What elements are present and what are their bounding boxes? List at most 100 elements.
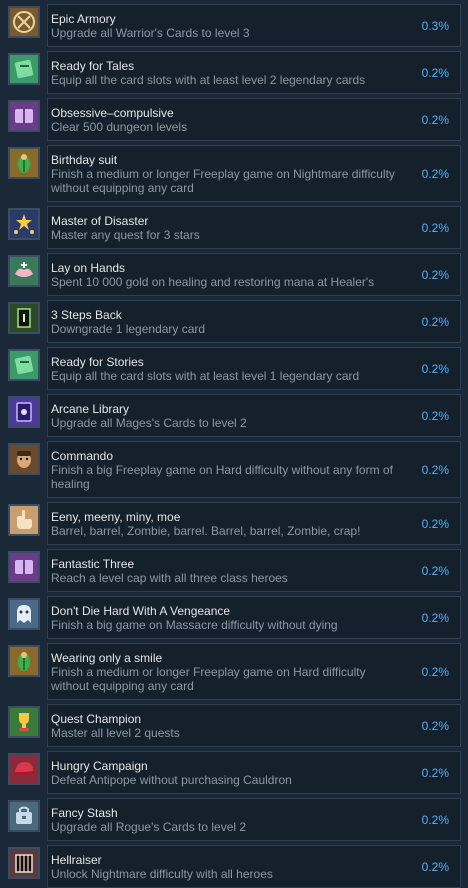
three-stars-icon: [8, 208, 40, 240]
unlock-percentage: 0.2%: [421, 362, 449, 376]
achievement-row: Don't Die Hard With A Vengeance Finish a …: [0, 596, 468, 639]
achievement-title: Master of Disaster: [51, 214, 149, 228]
unlock-percentage: 0.2%: [421, 665, 449, 679]
achievement-title: Quest Champion: [51, 712, 142, 726]
achievement-panel: Commando Finish a big Freeplay game on Ha…: [47, 441, 461, 498]
achievement-panel: Ready for Stories Equip all the card slot…: [47, 347, 461, 390]
achievement-panel: Master of Disaster Master any quest for 3…: [47, 206, 461, 249]
achievement-title: Birthday suit: [51, 153, 118, 167]
ghost-icon: [8, 598, 40, 630]
achievement-panel: Hellraiser Unlock Nightmare difficulty wi…: [47, 845, 461, 888]
achievement-description: Finish a medium or longer Freeplay game …: [51, 167, 395, 195]
green-card-icon: [8, 349, 40, 381]
unlock-percentage: 0.2%: [421, 66, 449, 80]
achievement-panel: Hungry Campaign Defeat Antipope without p…: [47, 751, 461, 794]
purple-book-icon: [8, 551, 40, 583]
achievement-row: Ready for Stories Equip all the card slot…: [0, 347, 468, 390]
achievement-title: Don't Die Hard With A Vengeance: [51, 604, 231, 618]
unlock-percentage: 0.2%: [421, 221, 449, 235]
achievement-panel: Arcane Library Upgrade all Mages's Cards …: [47, 394, 461, 437]
achievement-row: 3 Steps Back Downgrade 1 legendary card 0.…: [0, 300, 468, 343]
dark-doorway-icon: [8, 302, 40, 334]
achievement-title: Lay on Hands: [51, 261, 126, 275]
achievement-title: Hellraiser: [51, 853, 102, 867]
achievement-panel: Wearing only a smile Finish a medium or l…: [47, 643, 461, 700]
unlock-percentage: 0.3%: [421, 19, 449, 33]
achievement-row: Commando Finish a big Freeplay game on Ha…: [0, 441, 468, 498]
achievement-panel: Don't Die Hard With A Vengeance Finish a …: [47, 596, 461, 639]
armory-crest-icon: [8, 6, 40, 38]
unlock-percentage: 0.2%: [421, 315, 449, 329]
achievement-description: Upgrade all Warrior's Cards to level 3: [51, 26, 250, 40]
unlock-percentage: 0.2%: [421, 409, 449, 423]
leaf-figure-icon: [8, 147, 40, 179]
achievement-row: Fancy Stash Upgrade all Rogue's Cards to …: [0, 798, 468, 841]
achievement-title: Commando: [51, 449, 114, 463]
leaf-figure-icon: [8, 645, 40, 677]
achievement-title: Ready for Tales: [51, 59, 135, 73]
soldier-face-icon: [8, 443, 40, 475]
achievement-title: Epic Armory: [51, 12, 116, 26]
achievement-row: Ready for Tales Equip all the card slots …: [0, 51, 468, 94]
achievement-description: Clear 500 dungeon levels: [51, 120, 188, 134]
achievement-description: Equip all the card slots with at least l…: [51, 73, 366, 87]
achievement-title: Wearing only a smile: [51, 651, 163, 665]
unlock-percentage: 0.2%: [421, 611, 449, 625]
unlock-percentage: 0.2%: [421, 719, 449, 733]
unlock-percentage: 0.2%: [421, 813, 449, 827]
achievement-description: Equip all the card slots with at least l…: [51, 369, 360, 383]
red-cap-icon: [8, 753, 40, 785]
unlock-percentage: 0.2%: [421, 268, 449, 282]
unlock-percentage: 0.2%: [421, 860, 449, 874]
achievement-panel: Epic Armory Upgrade all Warrior's Cards t…: [47, 4, 461, 47]
achievement-panel: Obsessive–compulsive Clear 500 dungeon le…: [47, 98, 461, 141]
unlock-percentage: 0.2%: [421, 113, 449, 127]
achievement-title: Hungry Campaign: [51, 759, 148, 773]
achievement-panel: Ready for Tales Equip all the card slots …: [47, 51, 461, 94]
achievement-title: Arcane Library: [51, 402, 130, 416]
achievement-title: Obsessive–compulsive: [51, 106, 174, 120]
hell-gate-icon: [8, 847, 40, 879]
achievement-row: Hungry Campaign Defeat Antipope without p…: [0, 751, 468, 794]
achievement-panel: 3 Steps Back Downgrade 1 legendary card 0.…: [47, 300, 461, 343]
achievement-title: Fantastic Three: [51, 557, 135, 571]
achievement-row: Arcane Library Upgrade all Mages's Cards …: [0, 394, 468, 437]
achievement-description: Master any quest for 3 stars: [51, 228, 200, 242]
purple-book-icon: [8, 100, 40, 132]
achievement-row: Wearing only a smile Finish a medium or l…: [0, 643, 468, 700]
achievement-description: Barrel, barrel, Zombie, barrel. Barrel, …: [51, 524, 361, 538]
achievement-description: Finish a big game on Massacre difficulty…: [51, 618, 338, 632]
achievement-row: Eeny, meeny, miny, moe Barrel, barrel, Zo…: [0, 502, 468, 545]
unlock-percentage: 0.2%: [421, 463, 449, 477]
achievement-row: Fantastic Three Reach a level cap with al…: [0, 549, 468, 592]
pointing-hand-icon: [8, 504, 40, 536]
unlock-percentage: 0.2%: [421, 517, 449, 531]
achievement-title: Eeny, meeny, miny, moe: [51, 510, 181, 524]
achievement-panel: Fancy Stash Upgrade all Rogue's Cards to …: [47, 798, 461, 841]
champion-trophy-icon: [8, 706, 40, 738]
achievement-title: 3 Steps Back: [51, 308, 122, 322]
achievement-panel: Fantastic Three Reach a level cap with al…: [47, 549, 461, 592]
achievement-row: Quest Champion Master all level 2 quests 0…: [0, 704, 468, 747]
achievement-description: Finish a big Freeplay game on Hard diffi…: [51, 463, 393, 491]
achievement-description: Finish a medium or longer Freeplay game …: [51, 665, 366, 693]
achievement-row: Lay on Hands Spent 10 000 gold on healing…: [0, 253, 468, 296]
achievement-description: Spent 10 000 gold on healing and restori…: [51, 275, 375, 289]
achievement-row: Obsessive–compulsive Clear 500 dungeon le…: [0, 98, 468, 141]
rogue-stash-icon: [8, 800, 40, 832]
achievement-title: Fancy Stash: [51, 806, 118, 820]
achievement-panel: Lay on Hands Spent 10 000 gold on healing…: [47, 253, 461, 296]
achievement-description: Downgrade 1 legendary card: [51, 322, 206, 336]
achievement-panel: Birthday suit Finish a medium or longer F…: [47, 145, 461, 202]
achievement-description: Upgrade all Rogue's Cards to level 2: [51, 820, 247, 834]
unlock-percentage: 0.2%: [421, 766, 449, 780]
unlock-percentage: 0.2%: [421, 167, 449, 181]
achievement-row: Birthday suit Finish a medium or longer F…: [0, 145, 468, 202]
green-card-icon: [8, 53, 40, 85]
achievement-description: Unlock Nightmare difficulty with all her…: [51, 867, 273, 881]
achievement-row: Master of Disaster Master any quest for 3…: [0, 206, 468, 249]
arcane-tome-icon: [8, 396, 40, 428]
achievement-description: Master all level 2 quests: [51, 726, 180, 740]
achievement-row: Hellraiser Unlock Nightmare difficulty wi…: [0, 845, 468, 888]
achievement-title: Ready for Stories: [51, 355, 144, 369]
